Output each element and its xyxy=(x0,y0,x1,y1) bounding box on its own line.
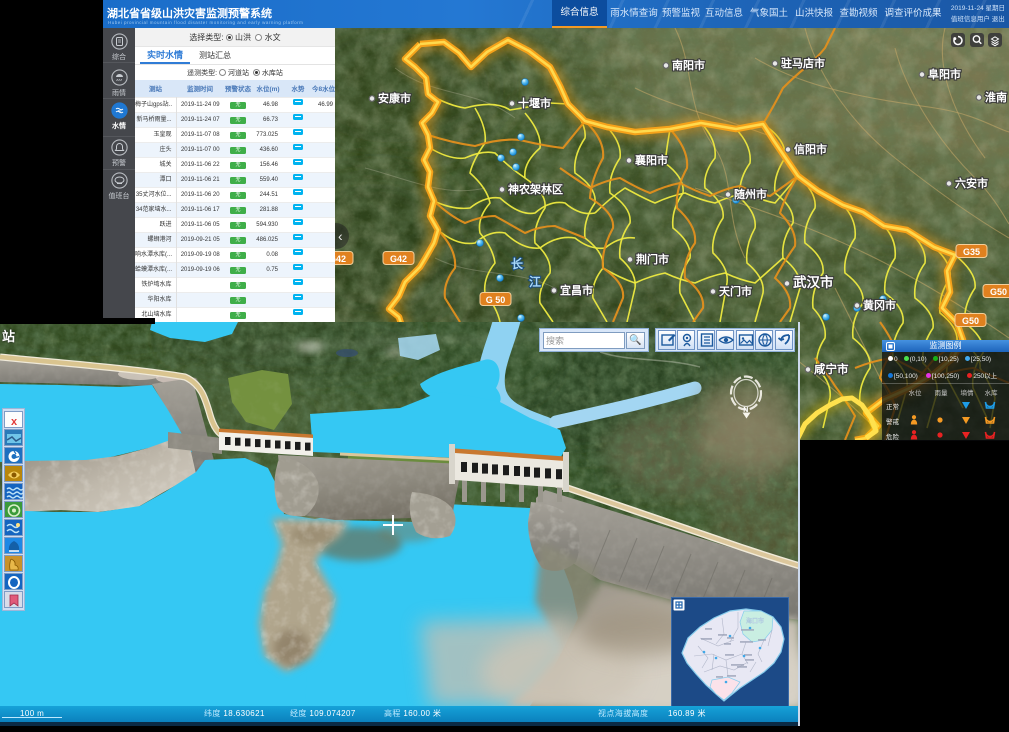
svg-text:荆门市: 荆门市 xyxy=(636,252,669,266)
svg-text:南阳市: 南阳市 xyxy=(672,58,705,72)
svg-text:襄阳市: 襄阳市 xyxy=(634,153,668,167)
svg-text:海口市: 海口市 xyxy=(746,617,764,625)
svg-text:黄冈市: 黄冈市 xyxy=(863,298,896,312)
svg-text:G 50: G 50 xyxy=(486,295,506,305)
svg-text:x: x xyxy=(11,416,18,428)
svg-text:长: 长 xyxy=(511,256,524,271)
svg-text:‹: ‹ xyxy=(338,228,343,244)
svg-text:G35: G35 xyxy=(963,247,980,257)
svg-text:十堰市: 十堰市 xyxy=(518,96,551,110)
svg-text:六安市: 六安市 xyxy=(955,176,988,190)
svg-text:阜阳市: 阜阳市 xyxy=(928,67,961,81)
svg-text:江: 江 xyxy=(529,274,541,289)
svg-text:信阳市: 信阳市 xyxy=(794,142,827,156)
svg-text:安康市: 安康市 xyxy=(378,91,411,105)
svg-text:G42: G42 xyxy=(390,254,407,264)
svg-text:驻马店市: 驻马店市 xyxy=(781,56,825,70)
svg-text:宜昌市: 宜昌市 xyxy=(560,283,593,297)
svg-text:G42: G42 xyxy=(335,254,346,264)
svg-text:咸宁市: 咸宁市 xyxy=(814,362,849,376)
svg-text:神农架林区: 神农架林区 xyxy=(508,182,563,196)
svg-text:淮南: 淮南 xyxy=(985,90,1007,104)
svg-text:G50: G50 xyxy=(962,316,979,326)
svg-text:随州市: 随州市 xyxy=(734,187,767,201)
svg-text:武汉市: 武汉市 xyxy=(793,274,834,290)
svg-text:G50: G50 xyxy=(990,287,1007,297)
svg-text:天门市: 天门市 xyxy=(719,284,752,298)
